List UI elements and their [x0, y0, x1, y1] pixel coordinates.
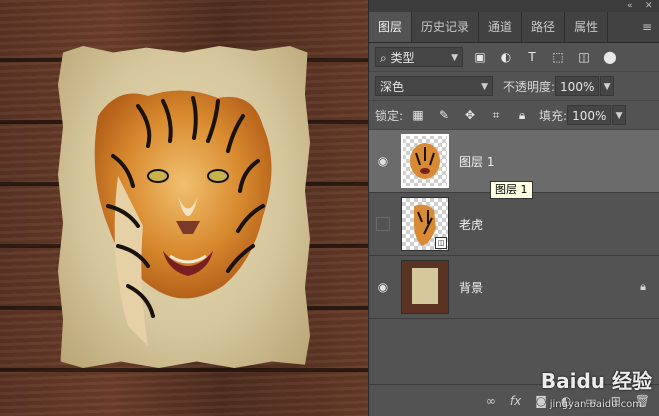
fill-field[interactable]: 100%: [567, 105, 612, 125]
paper-thumbnail-icon: [412, 268, 438, 304]
paper-image: [58, 46, 310, 368]
eye-icon[interactable]: ◉: [369, 280, 397, 294]
panel-menu-icon[interactable]: ≡: [642, 12, 659, 42]
chevron-down-icon: ▼: [451, 53, 458, 63]
filter-label: 类型: [390, 51, 415, 65]
collapse-icon[interactable]: «: [627, 0, 633, 12]
watermark-url: jingyan.baidu.com: [549, 399, 642, 410]
eye-icon[interactable]: ◉: [369, 154, 397, 168]
lock-all-icon[interactable]: 🔒︎: [513, 106, 531, 124]
tiger-artwork: [94, 90, 272, 346]
filter-shape-icon[interactable]: ⬚: [549, 48, 567, 66]
filter-row: ⌕ 类型 ▼ ▣ ◐ T ⬚ ◫ ⬤: [369, 43, 659, 72]
fx-icon[interactable]: fx: [510, 394, 521, 408]
opacity-label: 不透明度:: [503, 79, 556, 94]
filter-type-icon[interactable]: T: [523, 48, 541, 66]
chevron-down-icon: ▼: [481, 82, 488, 92]
filter-smartobject-icon[interactable]: ◫: [575, 48, 593, 66]
mask-icon[interactable]: ◙: [535, 394, 547, 408]
tab-properties[interactable]: 属性: [565, 12, 609, 42]
tab-paths[interactable]: 路径: [522, 12, 566, 42]
layer-tooltip: 图层 1: [490, 181, 533, 199]
layer-row-background[interactable]: ◉ 背景 🔒︎: [369, 256, 659, 319]
lock-paint-icon[interactable]: ✎: [435, 106, 453, 124]
close-icon[interactable]: ✕: [645, 0, 653, 12]
panel-topstrip: « ✕: [369, 0, 659, 12]
layers-panel: « ✕ 图层 历史记录 通道 路径 属性 ≡ ⌕ 类型 ▼ ▣ ◐ T ⬚ ◫ …: [368, 0, 659, 416]
opacity-dropdown-icon[interactable]: ▼: [600, 76, 615, 96]
tab-channels[interactable]: 通道: [479, 12, 523, 42]
lock-icon: 🔒︎: [640, 280, 646, 293]
panel-tabs: 图层 历史记录 通道 路径 属性 ≡: [369, 12, 659, 43]
blend-mode-value: 深色: [380, 80, 405, 94]
layer-name[interactable]: 背景: [459, 279, 483, 296]
tiger-thumbnail-icon: [410, 143, 440, 179]
layer-name[interactable]: 老虎: [459, 216, 483, 233]
opacity-field[interactable]: 100%: [555, 76, 600, 96]
link-layers-icon[interactable]: ∞: [486, 394, 496, 408]
layer-thumbnail[interactable]: [401, 260, 449, 314]
document-canvas[interactable]: [0, 0, 368, 416]
layer-thumbnail[interactable]: ◫: [401, 197, 449, 251]
search-icon: ⌕: [380, 51, 391, 65]
layer-name[interactable]: 图层 1: [459, 153, 494, 170]
lock-label: 锁定:: [375, 108, 404, 123]
layer-thumbnail[interactable]: [401, 134, 449, 188]
filter-pixel-icon[interactable]: ▣: [471, 48, 489, 66]
eye-hidden-icon[interactable]: [369, 217, 397, 231]
fill-dropdown-icon[interactable]: ▼: [612, 105, 627, 125]
layer-filter-select[interactable]: ⌕ 类型 ▼: [375, 47, 463, 67]
filter-adjustment-icon[interactable]: ◐: [497, 48, 515, 66]
lock-transparent-icon[interactable]: ▦: [409, 106, 427, 124]
lock-row: 锁定: ▦ ✎ ✥ ⌗ 🔒︎ 填充: 100% ▼: [369, 101, 659, 130]
tab-history[interactable]: 历史记录: [412, 12, 480, 42]
blend-row: 深色 ▼ 不透明度: 100% ▼: [369, 72, 659, 101]
blend-mode-select[interactable]: 深色 ▼: [375, 76, 493, 96]
layers-list: ◉ 图层 1 ◫ 老虎 ◉ 背景 🔒︎: [369, 130, 659, 319]
fill-label: 填充:: [539, 108, 568, 123]
watermark: Baidu 经验: [540, 369, 652, 393]
lock-artboard-icon[interactable]: ⌗: [487, 106, 505, 124]
tab-layers[interactable]: 图层: [369, 12, 413, 42]
lock-move-icon[interactable]: ✥: [461, 106, 479, 124]
smart-object-icon: ◫: [435, 237, 447, 249]
filter-toggle-icon[interactable]: ⬤: [601, 48, 619, 66]
layer-row-tiger[interactable]: ◫ 老虎: [369, 193, 659, 256]
